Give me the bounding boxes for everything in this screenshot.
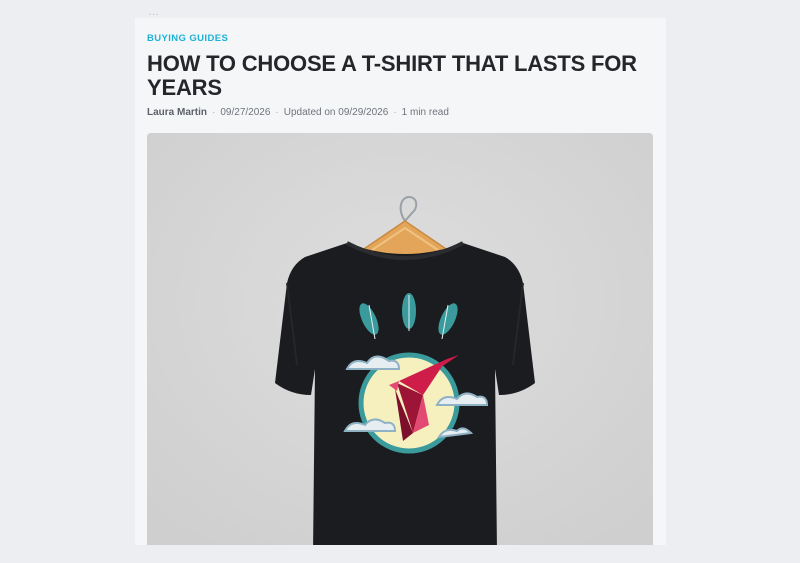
article-title: HOW TO CHOOSE A T-SHIRT THAT LASTS FOR Y… [147, 51, 637, 100]
meta-separator: · [393, 107, 397, 118]
article-meta: Laura Martin · 09/27/2026 · Updated on 0… [147, 107, 449, 118]
category-link[interactable]: BUYING GUIDES [147, 33, 228, 44]
hero-image [147, 133, 653, 545]
author-name[interactable]: Laura Martin [147, 107, 207, 118]
updated-date: Updated on 09/29/2026 [283, 107, 389, 118]
meta-separator: · [275, 107, 279, 118]
article-card: BUYING GUIDES HOW TO CHOOSE A T-SHIRT TH… [135, 18, 666, 545]
previous-text-snippet: … [148, 6, 159, 18]
meta-separator: · [212, 107, 216, 118]
read-time: 1 min read [401, 107, 449, 118]
tshirt-illustration [147, 133, 653, 545]
published-date: 09/27/2026 [220, 107, 271, 118]
